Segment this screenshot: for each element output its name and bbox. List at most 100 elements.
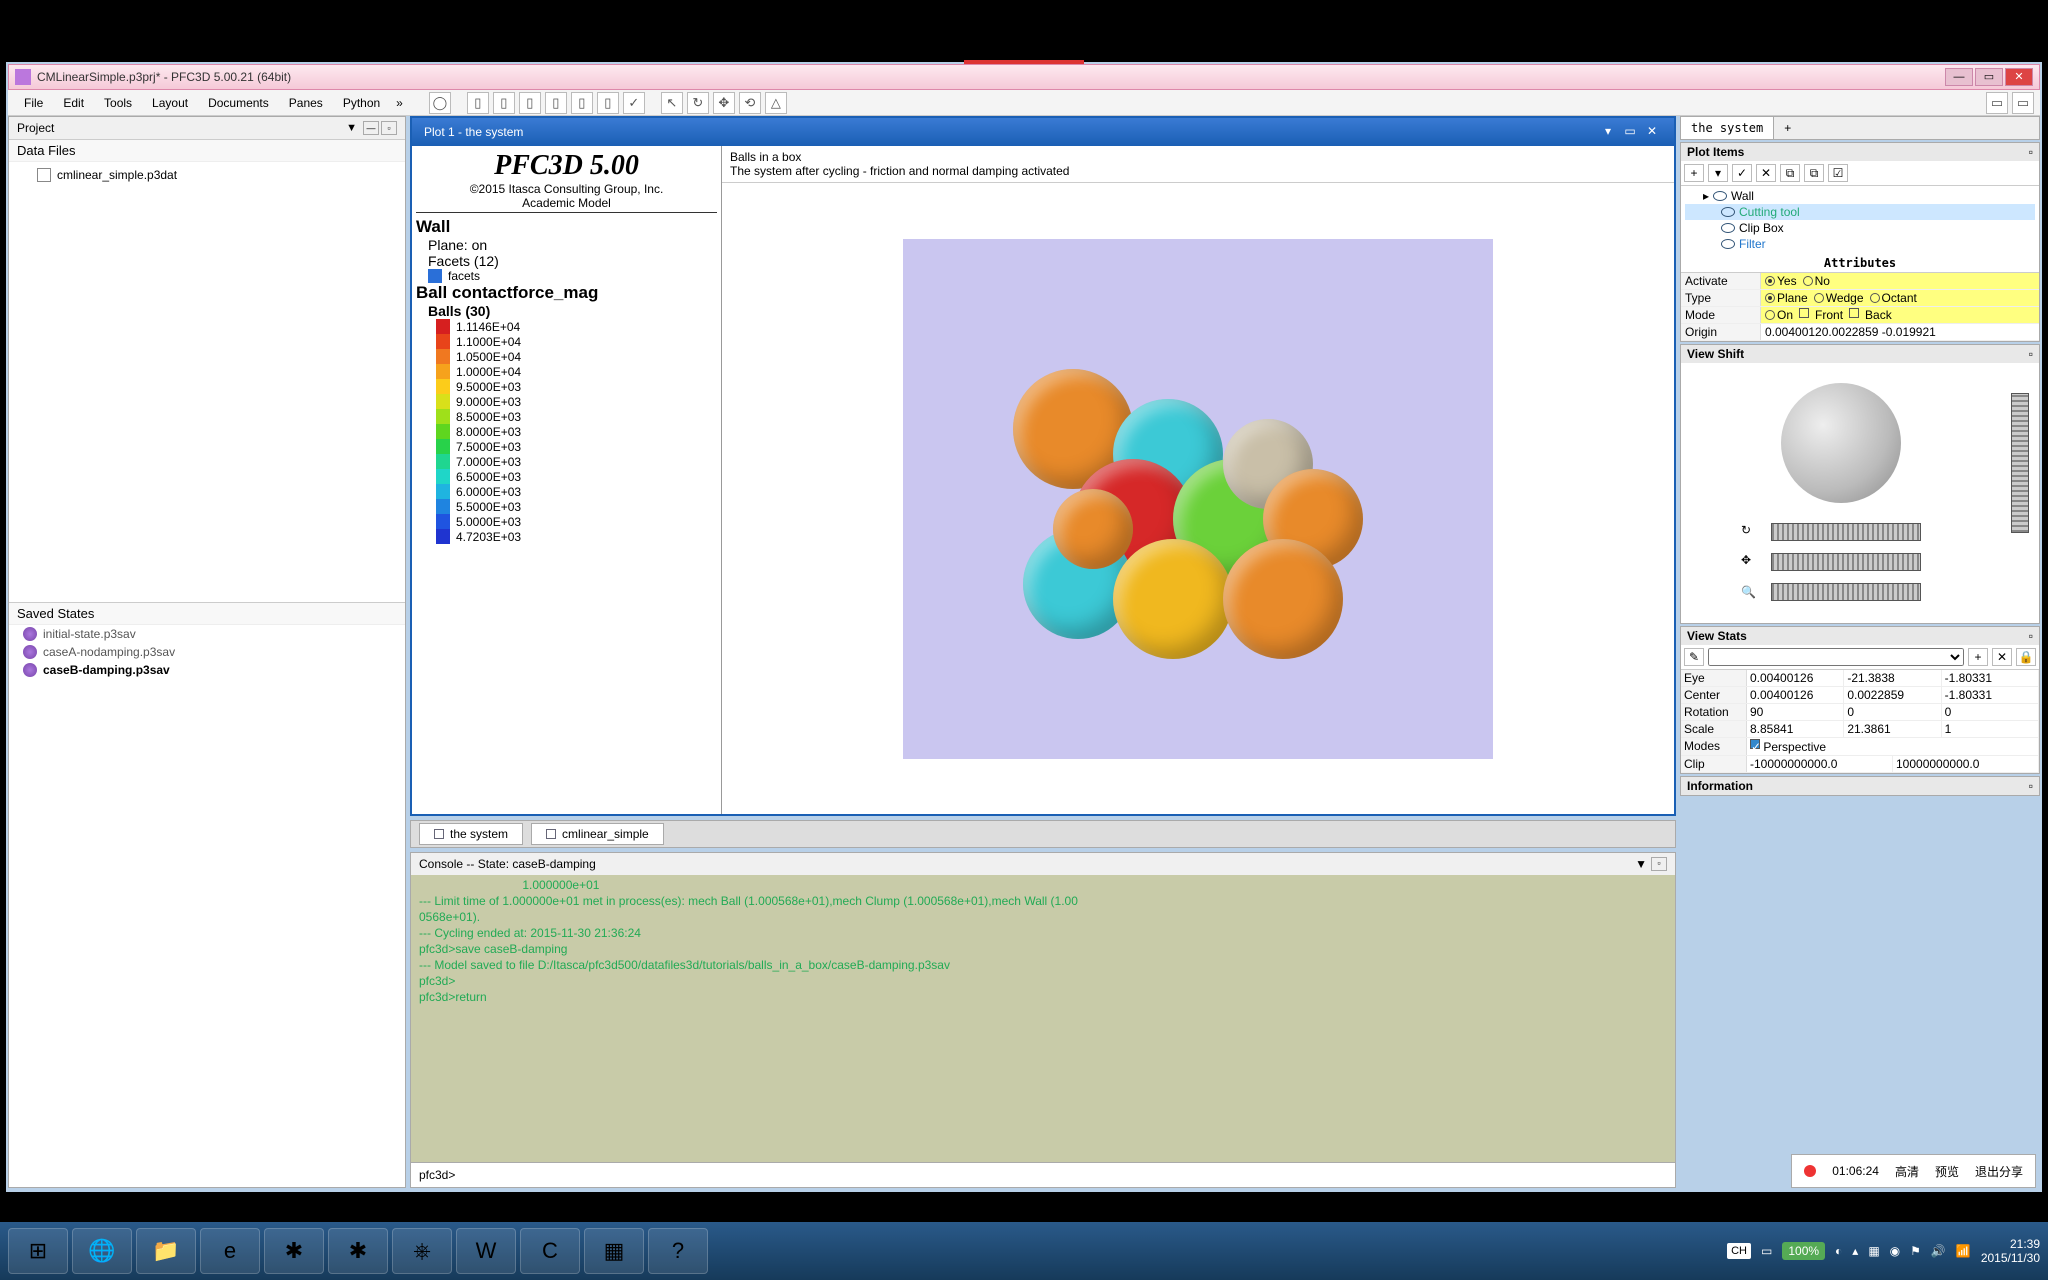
rotate-icon[interactable]: ↻ (687, 92, 709, 114)
menu-layout[interactable]: Layout (142, 92, 198, 114)
start-button[interactable]: ⊞ (8, 1228, 68, 1274)
rp-tab-add[interactable]: + (1774, 117, 1801, 139)
tray-icon[interactable]: ◉ (1890, 1244, 1900, 1258)
check-item-icon[interactable]: ✓ (1732, 164, 1752, 182)
rec-btn-hd[interactable]: 高清 (1895, 1163, 1919, 1180)
panel-pin-icon[interactable]: ▫ (2029, 145, 2033, 159)
taskbar-app[interactable]: e (200, 1228, 260, 1274)
taskbar-app[interactable]: W (456, 1228, 516, 1274)
taskbar-app[interactable]: 📁 (136, 1228, 196, 1274)
plot-dropdown[interactable]: ▾ (1598, 124, 1618, 140)
project-dropdown[interactable]: ▼ (342, 122, 361, 134)
move-icon[interactable]: ✥ (713, 92, 735, 114)
type-plane-radio[interactable]: Plane (1765, 291, 1808, 305)
layout1-icon[interactable]: ▯ (467, 92, 489, 114)
panel-pin-icon[interactable]: ▫ (2029, 347, 2033, 361)
layout2-icon[interactable]: ▯ (493, 92, 515, 114)
tree-filter[interactable]: Filter (1685, 236, 2035, 252)
taskbar-app[interactable]: ✱ (328, 1228, 388, 1274)
language-indicator[interactable]: CH (1727, 1243, 1751, 1259)
panel-btn1[interactable]: — (363, 121, 379, 135)
taskbar-app[interactable]: ? (648, 1228, 708, 1274)
plot-close[interactable]: ✕ (1642, 124, 1662, 140)
console-btn[interactable]: ▫ (1651, 857, 1667, 871)
stats-del-icon[interactable]: ✕ (1992, 648, 2012, 666)
console-input[interactable]: pfc3d> (411, 1162, 1675, 1187)
activate-yes-radio[interactable]: Yes (1765, 274, 1797, 288)
taskbar-app[interactable]: ✱ (264, 1228, 324, 1274)
minimize-button[interactable]: — (1945, 68, 1973, 86)
menu-panes[interactable]: Panes (279, 92, 333, 114)
panel-btn2[interactable]: ▫ (381, 121, 397, 135)
dropdown-icon[interactable]: ▾ (1708, 164, 1728, 182)
mode-back-check[interactable] (1849, 308, 1859, 318)
rec-btn-exit[interactable]: 退出分享 (1975, 1163, 2023, 1180)
console-dropdown[interactable]: ▼ (1635, 857, 1647, 871)
rotation-sphere[interactable] (1781, 383, 1901, 503)
saved-state-item[interactable]: initial-state.p3sav (9, 625, 405, 643)
layout3-icon[interactable]: ▯ (519, 92, 541, 114)
add-item-icon[interactable]: + (1684, 164, 1704, 182)
link-icon[interactable]: ⟲ (739, 92, 761, 114)
pan-slider[interactable] (1771, 553, 1921, 571)
type-wedge-radio[interactable]: Wedge (1814, 291, 1864, 305)
rec-btn-preview[interactable]: 预览 (1935, 1163, 1959, 1180)
checkbox-icon[interactable]: ☑ (1828, 164, 1848, 182)
taskbar-app[interactable]: ▦ (584, 1228, 644, 1274)
activate-no-radio[interactable]: No (1803, 274, 1830, 288)
tab-cmlinear-simple[interactable]: cmlinear_simple (531, 823, 664, 845)
rp-tab-system[interactable]: the system (1681, 117, 1774, 139)
delete-item-icon[interactable]: ✕ (1756, 164, 1776, 182)
taskbar-app[interactable]: 🌐 (72, 1228, 132, 1274)
tree-cutting-tool[interactable]: Cutting tool (1685, 204, 2035, 220)
tray-icon[interactable]: ◐ (1835, 1244, 1842, 1258)
tree-wall[interactable]: ▸ Wall (1685, 188, 2035, 204)
mode-on-radio[interactable]: On (1765, 308, 1793, 322)
origin-value[interactable]: 0.00400120.0022859 -0.019921 (1761, 324, 2039, 340)
panel-toggle1-icon[interactable]: ▭ (1986, 92, 2008, 114)
menu-more[interactable]: » (390, 92, 409, 114)
layout4-icon[interactable]: ▯ (545, 92, 567, 114)
maximize-button[interactable]: ▭ (1975, 68, 2003, 86)
panel-pin-icon[interactable]: ▫ (2029, 779, 2033, 793)
saved-state-item[interactable]: caseA-nodamping.p3sav (9, 643, 405, 661)
menu-edit[interactable]: Edit (53, 92, 94, 114)
tray-up-icon[interactable]: ▴ (1852, 1244, 1858, 1258)
tray-volume-icon[interactable]: 🔊 (1931, 1244, 1946, 1258)
tree-clip-box[interactable]: Clip Box (1685, 220, 2035, 236)
stats-tool-icon[interactable]: ✎ (1684, 648, 1704, 666)
tray-network-icon[interactable]: 📶 (1956, 1244, 1971, 1258)
saved-state-item[interactable]: caseB-damping.p3sav (9, 661, 405, 679)
tab-the-system[interactable]: the system (419, 823, 523, 845)
taskbar-app[interactable]: ⎈ (392, 1228, 452, 1274)
zoom-indicator[interactable]: 100% (1782, 1242, 1825, 1260)
cursor-icon[interactable]: ↖ (661, 92, 683, 114)
layout5-icon[interactable]: ▯ (571, 92, 593, 114)
paste-item-icon[interactable]: ⧉ (1804, 164, 1824, 182)
panel-toggle2-icon[interactable]: ▭ (2012, 92, 2034, 114)
stats-add-icon[interactable]: + (1968, 648, 1988, 666)
stats-select[interactable] (1708, 648, 1964, 666)
tray-icon[interactable]: ▦ (1868, 1244, 1879, 1258)
menu-documents[interactable]: Documents (198, 92, 279, 114)
clock[interactable]: 21:39 2015/11/30 (1981, 1237, 2040, 1266)
plot-canvas[interactable] (722, 183, 1674, 814)
type-octant-radio[interactable]: Octant (1870, 291, 1917, 305)
stats-lock-icon[interactable]: 🔒 (2016, 648, 2036, 666)
menu-tools[interactable]: Tools (94, 92, 142, 114)
view-shift-control[interactable]: ↻ ✥ 🔍 (1681, 363, 2039, 623)
zoom-slider[interactable] (1771, 583, 1921, 601)
globe-icon[interactable]: ◯ (429, 92, 451, 114)
close-button[interactable]: ✕ (2005, 68, 2033, 86)
panel-pin-icon[interactable]: ▫ (2029, 629, 2033, 643)
check-icon[interactable]: ✓ (623, 92, 645, 114)
menu-file[interactable]: File (14, 92, 53, 114)
tray-icon[interactable]: ⚑ (1910, 1244, 1921, 1258)
copy-item-icon[interactable]: ⧉ (1780, 164, 1800, 182)
plot-max[interactable]: ▭ (1620, 124, 1640, 140)
measure-icon[interactable]: △ (765, 92, 787, 114)
data-file-item[interactable]: cmlinear_simple.p3dat (17, 166, 397, 184)
menu-python[interactable]: Python (333, 92, 390, 114)
tray-icon[interactable]: ▭ (1761, 1244, 1772, 1258)
rotate-slider[interactable] (1771, 523, 1921, 541)
